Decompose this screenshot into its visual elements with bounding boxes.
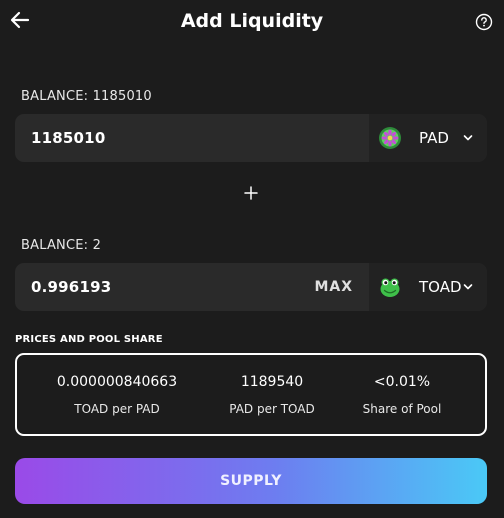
token-select-pad[interactable]: PAD — [369, 114, 487, 162]
price-label: PAD per TOAD — [229, 402, 315, 416]
price-item: 0.000000840663 TOAD per PAD — [37, 355, 197, 434]
token-symbol-pad: PAD — [419, 129, 449, 147]
pad-amount-input[interactable]: 1185010 — [31, 114, 105, 162]
chevron-down-icon — [463, 284, 473, 290]
plus-icon — [244, 186, 258, 200]
balance-label-pad: BALANCE: 1185010 — [21, 89, 152, 104]
toad-token-icon — [380, 278, 400, 297]
price-item: 1189540 PAD per TOAD — [212, 355, 332, 434]
pool-share-label: Share of Pool — [362, 402, 442, 416]
pad-token-icon — [379, 127, 401, 149]
token-select-toad[interactable]: TOAD — [369, 263, 487, 311]
prices-section-title: PRICES AND POOL SHARE — [15, 334, 163, 345]
pad-amount-field: 1185010 PAD — [15, 114, 487, 162]
toad-amount-input[interactable]: 0.996193 — [31, 263, 111, 311]
price-value: 0.000000840663 — [56, 374, 178, 390]
prices-panel: 0.000000840663 TOAD per PAD 1189540 PAD … — [15, 353, 487, 436]
balance-label-toad: BALANCE: 2 — [21, 238, 102, 253]
page-title: Add Liquidity — [180, 10, 324, 32]
toad-amount-field: 0.996193 MAX TOAD — [15, 263, 487, 311]
chevron-down-icon — [463, 135, 473, 141]
pool-share-item: <0.01% Share of Pool — [347, 355, 457, 434]
supply-button[interactable]: SUPPLY — [15, 458, 487, 504]
header: Add Liquidity — [0, 0, 504, 44]
price-value: 1189540 — [240, 374, 304, 390]
pool-share-value: <0.01% — [373, 374, 431, 390]
price-label: TOAD per PAD — [74, 402, 160, 416]
question-circle-icon[interactable] — [475, 13, 493, 31]
max-button[interactable]: MAX — [314, 263, 353, 311]
token-symbol-toad: TOAD — [419, 278, 462, 296]
